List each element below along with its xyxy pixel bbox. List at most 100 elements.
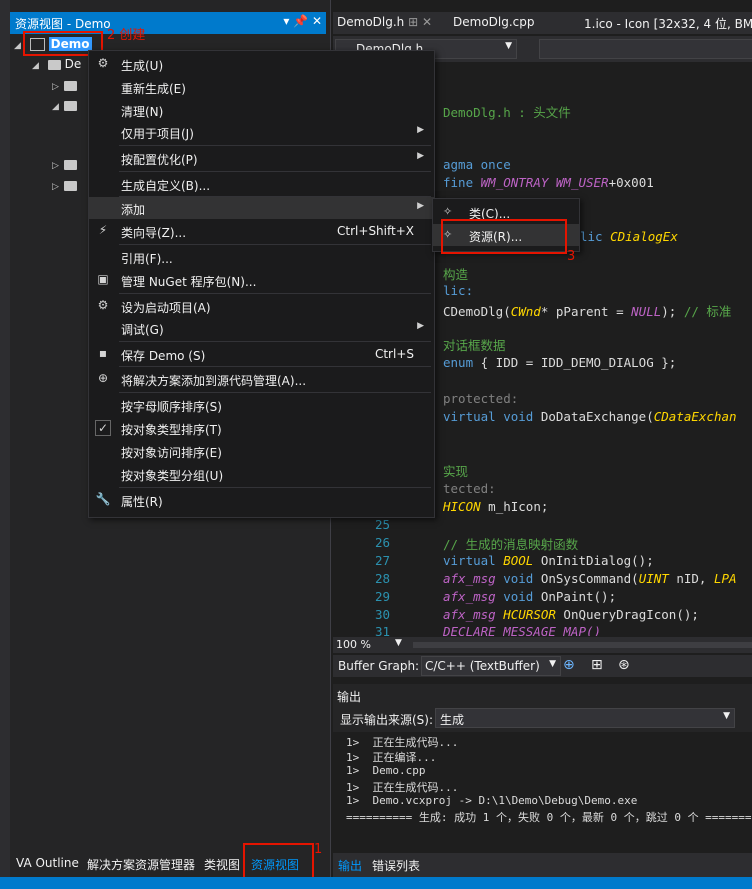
menu-item-build[interactable]: ⚙ 生成(U) xyxy=(89,53,434,75)
menu-item-build-customizations[interactable]: 生成自定义(B)... xyxy=(89,173,434,195)
tree-folder[interactable]: ◢ xyxy=(52,98,77,118)
refresh-graph-icon[interactable]: ⊕ xyxy=(563,657,575,673)
line-number: 31 xyxy=(374,624,390,636)
document-tabs: DemoDlg.h ⊞ ✕ DemoDlg.cpp 1.ico - Icon [… xyxy=(333,12,752,34)
chevron-down-icon: ▼ xyxy=(505,41,512,51)
output-line: 1> Demo.vcxproj -> D:\1\Demo\Debug\Demo.… xyxy=(346,794,638,807)
output-source-select[interactable]: 生成 ▼ xyxy=(435,708,735,728)
zoom-bar: 100 % ▼ xyxy=(333,637,752,653)
folder-icon xyxy=(64,100,77,111)
code-line: DemoDlg.h : 头文件 xyxy=(443,105,571,120)
output-tabs: 输出 错误列表 xyxy=(333,853,752,877)
line-number: 25 xyxy=(374,517,390,532)
expand-icon[interactable]: ◢ xyxy=(52,102,64,112)
code-line: 对话框数据 xyxy=(443,338,506,353)
code-line: fine WM_ONTRAY WM_USER+0x001 xyxy=(443,175,654,190)
buffer-graph-select[interactable]: C/C++ (TextBuffer) ▼ xyxy=(421,656,561,676)
output-source-label: 显示输出来源(S): xyxy=(340,713,434,727)
tree-folder[interactable]: ▷ xyxy=(52,157,77,177)
menu-separator xyxy=(119,171,431,172)
menu-item-add[interactable]: 添加 ▶ xyxy=(89,197,434,219)
collapsed-icon[interactable]: ▷ xyxy=(52,82,64,92)
menu-item-save[interactable]: ▪ 保存 Demo (S) Ctrl+S xyxy=(89,343,434,365)
graph-icon[interactable]: ⊞ xyxy=(591,657,603,673)
tree-item-resource-label: De xyxy=(64,57,82,71)
left-gutter xyxy=(0,0,10,889)
code-line: virtual BOOL OnInitDialog(); xyxy=(443,553,654,568)
collapsed-icon[interactable]: ▷ xyxy=(52,182,64,192)
menu-item-references[interactable]: 引用(F)... xyxy=(89,246,434,268)
line-number: 28 xyxy=(374,571,390,586)
menu-separator xyxy=(119,366,431,367)
build-icon: ⚙ xyxy=(97,56,109,70)
folder-icon xyxy=(47,59,61,70)
menu-separator xyxy=(119,244,431,245)
menu-item-add-source-control[interactable]: ⊕ 将解决方案添加到源代码管理(A)... xyxy=(89,368,434,390)
expand-icon[interactable]: ◢ xyxy=(32,61,44,71)
class-wizard-icon: ⚡ xyxy=(98,223,108,237)
menu-separator xyxy=(119,145,431,146)
collapsed-icon[interactable]: ▷ xyxy=(52,161,64,171)
code-line: lic CDialogEx xyxy=(580,229,678,244)
context-menu: ⚙ 生成(U) 重新生成(E) 清理(N) 仅用于项目(J) ▶ 按配置优化(P) ▶… xyxy=(88,50,435,518)
menu-item-group-type[interactable]: 按对象类型分组(U) xyxy=(89,463,434,485)
save-icon: ▪ xyxy=(98,346,108,360)
output-line: ========== 生成: 成功 1 个，失败 0 个，最新 0 个，跳过 0… xyxy=(346,811,752,824)
menu-item-rebuild[interactable]: 重新生成(E) xyxy=(89,76,434,98)
tab-demodlg-cpp[interactable]: DemoDlg.cpp xyxy=(453,15,535,29)
tab-error-list[interactable]: 错误列表 xyxy=(372,857,420,874)
menu-item-sort-access[interactable]: 按对象访问排序(E) xyxy=(89,440,434,462)
annotation-add-resource: 3 xyxy=(567,249,576,264)
tree-item-resource[interactable]: ◢ De xyxy=(32,57,81,77)
menu-separator xyxy=(119,392,431,393)
wrench-icon: 🔧 xyxy=(95,492,111,506)
tab-icon[interactable]: 1.ico - Icon [32x32, 4 位, BMP] xyxy=(584,15,752,32)
menu-item-debug[interactable]: 调试(G) ▶ xyxy=(89,317,434,339)
folder-icon xyxy=(64,180,77,191)
tree-folder[interactable]: ▷ xyxy=(52,178,77,198)
settings-graph-icon[interactable]: ⊛ xyxy=(618,657,630,673)
tab-va-outline[interactable]: VA Outline xyxy=(16,856,79,870)
checkmark-icon: ✓ xyxy=(95,420,111,436)
menu-item-sort-alpha[interactable]: 按字母顺序排序(S) xyxy=(89,394,434,416)
titlebar-buttons[interactable]: ▾ 📌 ✕ xyxy=(283,14,322,28)
code-line: DECLARE_MESSAGE_MAP() xyxy=(443,624,602,636)
class-icon: ✧ xyxy=(443,205,453,218)
annotation-tab-num: 1 xyxy=(314,842,323,857)
menu-item-properties[interactable]: 🔧 属性(R) xyxy=(89,489,434,511)
tree-folder[interactable]: ▷ xyxy=(52,78,77,98)
menu-item-class-wizard[interactable]: ⚡ 类向导(Z)... Ctrl+Shift+X xyxy=(89,220,434,242)
zoom-level[interactable]: 100 % xyxy=(336,638,371,651)
code-line: afx_msg void OnPaint(); xyxy=(443,589,617,604)
code-line: tected: xyxy=(443,481,496,496)
output-line: 1> 正在生成代码... xyxy=(346,781,459,794)
code-line: agma once xyxy=(443,157,511,172)
annotation-box-tab xyxy=(243,843,314,881)
code-line: 实现 xyxy=(443,464,469,479)
tab-demodlg-h[interactable]: DemoDlg.h ⊞ ✕ xyxy=(337,15,432,29)
chevron-down-icon: ▼ xyxy=(723,711,730,721)
menu-item-pgo[interactable]: 按配置优化(P) ▶ xyxy=(89,147,434,169)
close-icon[interactable]: ✕ xyxy=(312,14,322,28)
menu-item-sort-type[interactable]: ✓ 按对象类型排序(T) xyxy=(89,417,434,439)
menu-item-clean[interactable]: 清理(N) xyxy=(89,99,434,121)
menu-item-nuget[interactable]: ▣ 管理 NuGet 程序包(N)... xyxy=(89,269,434,291)
code-line: afx_msg HCURSOR OnQueryDragIcon(); xyxy=(443,607,699,622)
menu-separator xyxy=(119,293,431,294)
chevron-down-icon[interactable]: ▼ xyxy=(395,638,402,648)
member-dropdown[interactable] xyxy=(539,39,752,59)
pin-icon[interactable]: ▾ 📌 xyxy=(283,14,308,28)
code-line: lic: xyxy=(443,283,474,298)
output-line: 1> Demo.cpp xyxy=(346,764,426,777)
submenu-arrow-icon: ▶ xyxy=(417,201,424,211)
tab-class-view[interactable]: 类视图 xyxy=(204,856,240,873)
output-title: 输出 xyxy=(337,690,362,704)
annotation-create: 2 创建 xyxy=(107,28,146,43)
menu-item-set-startup[interactable]: ⚙ 设为启动项目(A) xyxy=(89,295,434,317)
tab-solution-explorer[interactable]: 解决方案资源管理器 xyxy=(87,856,195,873)
nuget-icon: ▣ xyxy=(97,272,109,286)
resource-view-title: 资源视图 - Demo xyxy=(15,17,111,31)
tab-output[interactable]: 输出 xyxy=(338,857,362,874)
menu-item-project-only[interactable]: 仅用于项目(J) ▶ xyxy=(89,121,434,143)
horizontal-scrollbar[interactable] xyxy=(413,642,752,648)
